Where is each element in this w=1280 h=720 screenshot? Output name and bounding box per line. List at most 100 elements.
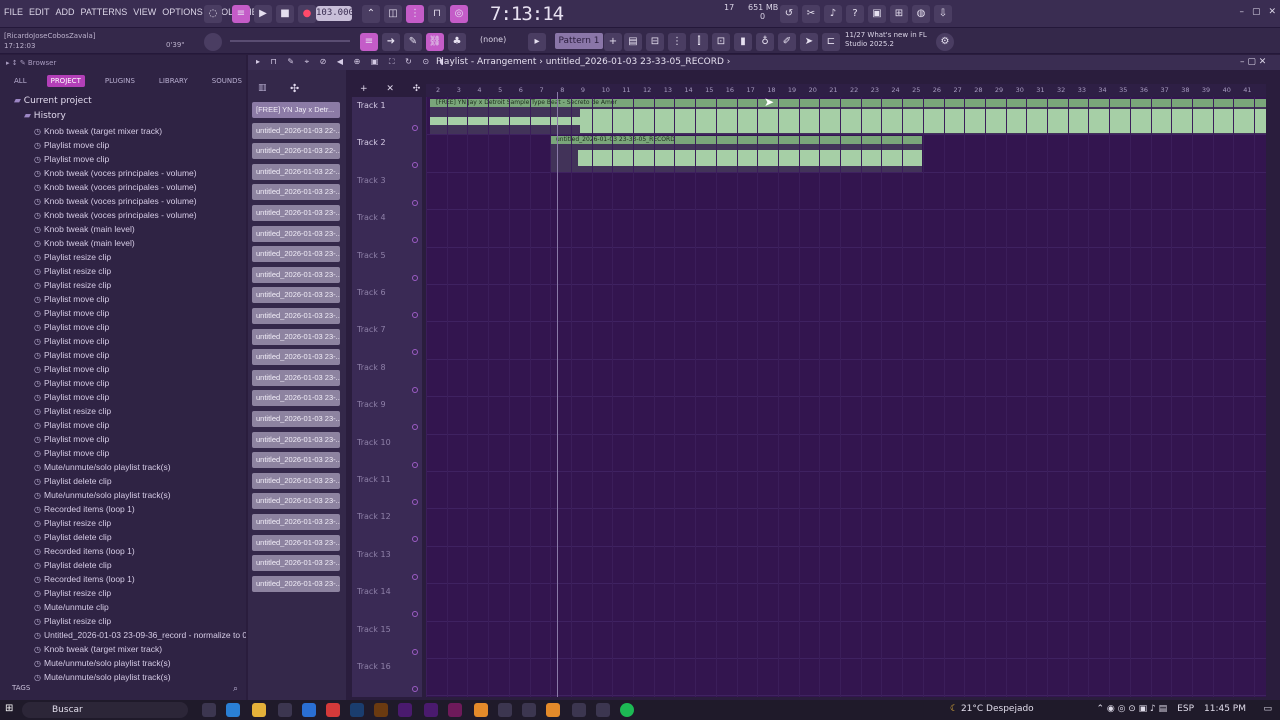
history-item[interactable]: Playlist move clip: [0, 418, 246, 432]
history-item[interactable]: Playlist resize clip: [0, 278, 246, 292]
history-item[interactable]: Knob tweak (voces principales - volume): [0, 194, 246, 208]
track-mute-toggle[interactable]: [412, 686, 418, 692]
history-item[interactable]: Knob tweak (main level): [0, 222, 246, 236]
history-item[interactable]: Playlist move clip: [0, 334, 246, 348]
spotify-icon[interactable]: [620, 703, 634, 717]
clip-source-item[interactable]: untitled_2026-01-03 23-...: [252, 205, 340, 221]
history-item[interactable]: Playlist delete clip: [0, 474, 246, 488]
clip-source-item[interactable]: untitled_2026-01-03 23-...: [252, 328, 340, 345]
clip-source-item[interactable]: untitled_2026-01-03 23-...: [252, 575, 340, 592]
track-name[interactable]: Track 12: [357, 512, 391, 521]
browser-nav-icons[interactable]: ▸ ↕ ✎: [6, 59, 28, 67]
clip-source-item[interactable]: untitled_2026-01-03 23-...: [252, 287, 340, 304]
menu-item-patterns[interactable]: PATTERNS: [81, 7, 128, 17]
history-item[interactable]: Recorded items (loop 1): [0, 502, 246, 516]
menu-icon[interactable]: ◌: [204, 5, 222, 23]
menu-item-view[interactable]: VIEW: [133, 7, 156, 17]
clip-source-item[interactable]: untitled_2026-01-03 23-...: [252, 308, 340, 324]
track-name[interactable]: Track 7: [357, 325, 386, 334]
mixer-view-icon[interactable]: ⫿: [690, 33, 708, 51]
track-mute-toggle[interactable]: [412, 199, 418, 206]
menu-item-edit[interactable]: EDIT: [29, 7, 50, 17]
maximize-icon[interactable]: ▢: [1252, 7, 1261, 17]
track-name[interactable]: Track 6: [357, 288, 386, 297]
clip-source-item[interactable]: untitled_2026-01-03 23-...: [252, 534, 340, 551]
history-item[interactable]: Mute/unmute/solo playlist track(s): [0, 656, 246, 670]
mic-icon[interactable]: ♪: [824, 5, 842, 23]
playlist-icon[interactable]: ▤: [624, 33, 642, 51]
piano-roll-icon[interactable]: ⊟: [646, 33, 664, 51]
track-name[interactable]: Track 8: [357, 363, 386, 372]
history-item[interactable]: Playlist move clip: [0, 306, 246, 320]
tab-library[interactable]: LIBRARY: [155, 75, 192, 87]
track-mute-toggle[interactable]: [412, 611, 418, 618]
history-item[interactable]: Knob tweak (main level): [0, 236, 246, 250]
history-item[interactable]: Mute/unmute/solo playlist track(s): [0, 460, 246, 474]
playlist-tools[interactable]: ▸ ⊓ ✎ ⌖ ⊘ ◀ ⊕ ▣ ⛶ ↻ ⊙ ◖: [256, 57, 448, 67]
clip-source-item[interactable]: untitled_2026-01-03 23-...: [252, 555, 340, 572]
history-item[interactable]: Recorded items (loop 1): [0, 544, 246, 558]
history-item[interactable]: Playlist move clip: [0, 390, 246, 404]
tab-all[interactable]: ALL: [10, 75, 31, 87]
track-name[interactable]: Track 13: [357, 550, 391, 559]
metronome-icon[interactable]: ⌃: [362, 5, 380, 23]
track-mute-toggle[interactable]: [412, 125, 418, 131]
menu-item-file[interactable]: FILE: [4, 7, 23, 17]
clip-source-item[interactable]: untitled_2026-01-03 22-...: [252, 163, 340, 180]
plugin-icon[interactable]: ▮: [734, 33, 752, 51]
help-icon[interactable]: ?: [846, 5, 864, 23]
tree-current-project[interactable]: ▰ Current project: [0, 94, 246, 109]
save-icon[interactable]: ▣: [868, 5, 886, 23]
track-mute-toggle[interactable]: [412, 274, 418, 281]
opera-icon[interactable]: [326, 703, 340, 717]
app-icon[interactable]: [572, 703, 586, 717]
move-icon[interactable]: ✣: [290, 82, 299, 95]
track-mute-toggle[interactable]: [412, 237, 418, 244]
explorer-icon[interactable]: [252, 703, 266, 717]
store-icon[interactable]: [278, 703, 292, 717]
undo-icon[interactable]: ↺: [780, 5, 798, 23]
master-volume-knob[interactable]: [204, 33, 222, 51]
tree-history[interactable]: ▰ History: [0, 109, 246, 124]
clip-source-item[interactable]: untitled_2026-01-03 22-...: [252, 122, 340, 139]
track-mute-toggle[interactable]: [412, 573, 418, 580]
history-item[interactable]: Untitled_2026-01-03 23-09-36_record - no…: [0, 628, 246, 642]
tab-sounds[interactable]: SOUNDS: [208, 75, 246, 87]
history-item[interactable]: Playlist resize clip: [0, 586, 246, 600]
history-item[interactable]: Knob tweak (voces principales - volume): [0, 208, 246, 222]
news-panel[interactable]: 11/27 What's new in FL Studio 2025.2: [845, 31, 927, 49]
clip-source-item[interactable]: untitled_2026-01-03 23-...: [252, 266, 340, 283]
cart-icon[interactable]: ⊏: [822, 33, 840, 51]
clip-source-item[interactable]: untitled_2026-01-03 23-...: [252, 369, 340, 386]
clip-source-item[interactable]: untitled_2026-01-03 23-...: [252, 184, 340, 201]
clip-source-item[interactable]: untitled_2026-01-03 23-...: [252, 431, 340, 448]
history-item[interactable]: Playlist resize clip: [0, 264, 246, 278]
track-mute-toggle[interactable]: [412, 536, 418, 543]
playlist-grid[interactable]: [FREE] YN Jay x Detroit Sample Type Beat…: [426, 97, 1266, 697]
steam-icon[interactable]: [596, 703, 610, 717]
photoshop-icon[interactable]: [350, 703, 364, 717]
menu-item-options[interactable]: OPTIONS: [162, 7, 203, 17]
clip-source-item[interactable]: untitled_2026-01-03 23-...: [252, 390, 340, 407]
send-icon[interactable]: ➤: [800, 33, 818, 51]
mixer-icon[interactable]: ⊞: [890, 5, 908, 23]
track-name[interactable]: Track 9: [357, 400, 386, 409]
track-name[interactable]: Track 10: [357, 438, 391, 447]
after-effects-icon[interactable]: [424, 703, 438, 717]
master-pitch-slider[interactable]: [230, 40, 350, 42]
wait-icon[interactable]: ◫: [384, 5, 402, 23]
playlist-window-controls[interactable]: – ▢ ✕: [1240, 57, 1266, 67]
clip-source-item[interactable]: untitled_2026-01-03 23-...: [252, 472, 340, 489]
history-item[interactable]: Knob tweak (target mixer track): [0, 124, 246, 138]
step-edit-icon[interactable]: ◎: [450, 5, 468, 23]
arrow-icon[interactable]: ➜: [382, 33, 400, 51]
brush-icon[interactable]: ✐: [778, 33, 796, 51]
track-mute-toggle[interactable]: [412, 312, 418, 318]
weather-widget[interactable]: ☾ 21°C Despejado: [950, 704, 1034, 714]
fl-studio-icon[interactable]: [474, 703, 488, 717]
history-item[interactable]: Playlist resize clip: [0, 516, 246, 530]
minimize-icon[interactable]: –: [1239, 7, 1244, 17]
playlist-view-icon[interactable]: ≡: [360, 33, 378, 51]
history-item[interactable]: Playlist move clip: [0, 376, 246, 390]
history-item[interactable]: Knob tweak (target mixer track): [0, 642, 246, 656]
